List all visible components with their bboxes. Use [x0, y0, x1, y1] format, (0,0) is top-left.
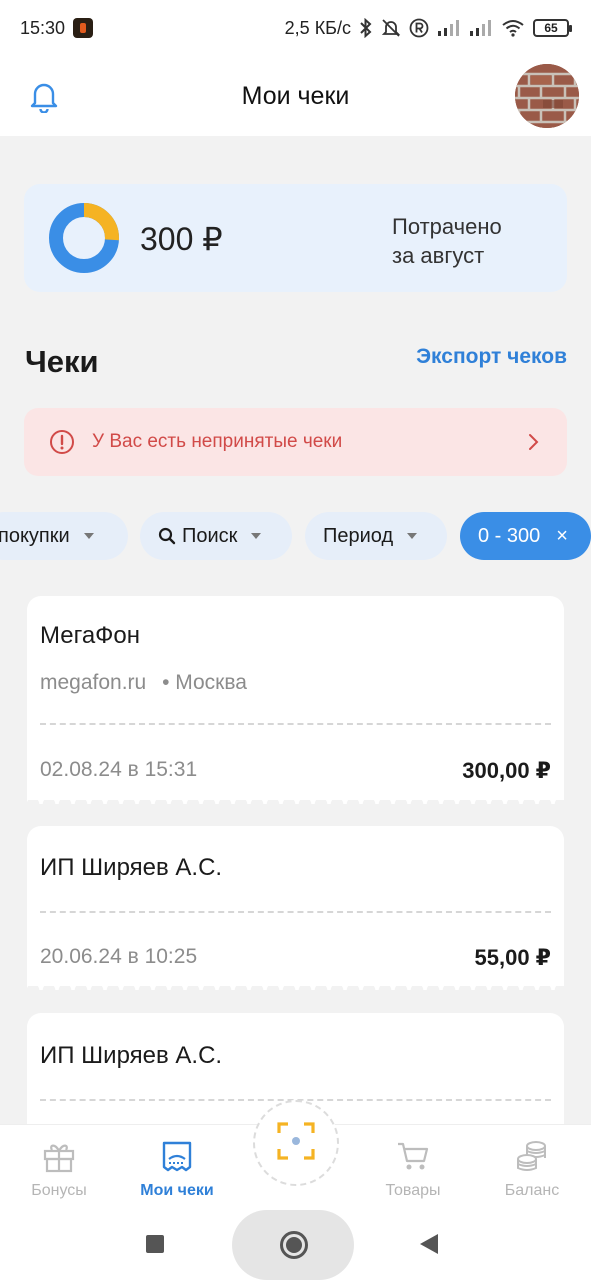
- bell-icon[interactable]: [26, 78, 62, 114]
- status-bar-left: 15:30: [20, 17, 94, 39]
- receipt-merchant: ИП Ширяев А.С.: [40, 854, 223, 881]
- receipt-date: 02.08.24 в 15:31: [40, 758, 198, 781]
- receipt-divider: [40, 723, 551, 725]
- status-bar-right: 2,5 КБ/с 65: [284, 17, 572, 39]
- filter-chip-label: Поиск: [182, 524, 238, 547]
- nav-bonuses[interactable]: Бонусы: [4, 1125, 114, 1211]
- nav-my-receipts[interactable]: Мои чеки: [122, 1125, 232, 1211]
- receipt-card[interactable]: МегаФон megafon.ru • Москва 02.08.24 в 1…: [27, 596, 564, 806]
- receipts-section-title: Чеки: [25, 344, 99, 379]
- receipt-icon: [159, 1139, 195, 1178]
- spending-donut-chart: [49, 203, 119, 273]
- receipt-city: • Москва: [162, 671, 247, 694]
- receipt-site: megafon.ru: [40, 671, 147, 694]
- cart-icon: [395, 1139, 431, 1178]
- scan-icon: [276, 1121, 316, 1166]
- nav-label: Бонусы: [31, 1182, 87, 1199]
- filter-chip-amount-range[interactable]: 0 - 300 ×: [460, 512, 591, 560]
- caret-down-icon: [407, 533, 418, 539]
- app-header: Мои чеки: [0, 56, 591, 136]
- gift-icon: [41, 1139, 77, 1178]
- receipt-site-city: megafon.ru • Москва: [40, 671, 247, 695]
- nav-products[interactable]: Товары: [358, 1125, 468, 1211]
- wifi-icon: [501, 19, 525, 37]
- app-icon: [73, 18, 94, 38]
- spent-amount: 300 ₽: [140, 221, 223, 257]
- signal-icon: [437, 19, 461, 37]
- nav-balance[interactable]: Баланс: [477, 1125, 587, 1211]
- receipt-card[interactable]: ИП Ширяев А.С. 20.06.24 в 10:25 55,00 ₽: [27, 826, 564, 992]
- avatar[interactable]: [515, 64, 579, 128]
- filter-chips: покупки Поиск Период 0 - 300 ×: [0, 512, 591, 562]
- nav-label: Товары: [385, 1182, 441, 1199]
- coins-icon: [514, 1139, 550, 1178]
- close-icon[interactable]: ×: [556, 525, 568, 548]
- page-title: Мои чеки: [241, 81, 350, 110]
- system-navigation-bar: [0, 1210, 591, 1280]
- filter-chip-purchases[interactable]: покупки: [0, 512, 128, 560]
- filter-chip-period[interactable]: Период: [305, 512, 447, 560]
- registered-icon: [409, 18, 429, 38]
- caret-down-icon: [83, 533, 94, 539]
- filter-chip-label: 0 - 300: [478, 524, 541, 547]
- search-icon: [158, 527, 176, 545]
- network-speed: 2,5 КБ/с: [284, 17, 351, 38]
- unaccepted-receipts-alert[interactable]: У Вас есть непринятые чеки: [24, 408, 567, 476]
- nav-label: Мои чеки: [140, 1182, 214, 1199]
- signal-icon: [469, 19, 493, 37]
- back-icon[interactable]: [420, 1234, 438, 1254]
- receipt-divider: [40, 911, 551, 913]
- spent-label-line1: Потрачено: [392, 214, 502, 239]
- alert-circle-icon: [48, 428, 76, 456]
- scan-receipt-button[interactable]: [253, 1100, 339, 1186]
- export-receipts-link[interactable]: Экспорт чеков: [416, 345, 567, 369]
- spent-period-label: Потрачено за август: [392, 212, 502, 270]
- spending-summary-card[interactable]: 300 ₽ Потрачено за август: [24, 184, 567, 292]
- filter-chip-label: Период: [323, 524, 394, 547]
- alert-text: У Вас есть непринятые чеки: [92, 431, 343, 452]
- receipt-date: 20.06.24 в 10:25: [40, 945, 198, 968]
- caret-down-icon: [251, 533, 262, 539]
- home-icon[interactable]: [280, 1231, 308, 1259]
- receipt-merchant: ИП Ширяев А.С.: [40, 1042, 223, 1069]
- status-time: 15:30: [20, 17, 66, 38]
- battery-icon: 65: [533, 19, 572, 37]
- nav-label: Баланс: [504, 1182, 560, 1199]
- spent-label-line2: за август: [392, 243, 485, 268]
- recent-apps-icon[interactable]: [146, 1235, 164, 1253]
- mute-icon: [381, 18, 401, 38]
- receipt-merchant: МегаФон: [40, 622, 141, 649]
- filter-chip-label: покупки: [0, 524, 70, 547]
- receipt-amount: 55,00 ₽: [474, 945, 551, 970]
- chevron-right-icon: [527, 430, 541, 454]
- receipt-amount: 300,00 ₽: [462, 758, 551, 783]
- status-bar: 15:30 2,5 КБ/с 65: [0, 0, 591, 56]
- filter-chip-search[interactable]: Поиск: [140, 512, 292, 560]
- bluetooth-icon: [359, 18, 373, 38]
